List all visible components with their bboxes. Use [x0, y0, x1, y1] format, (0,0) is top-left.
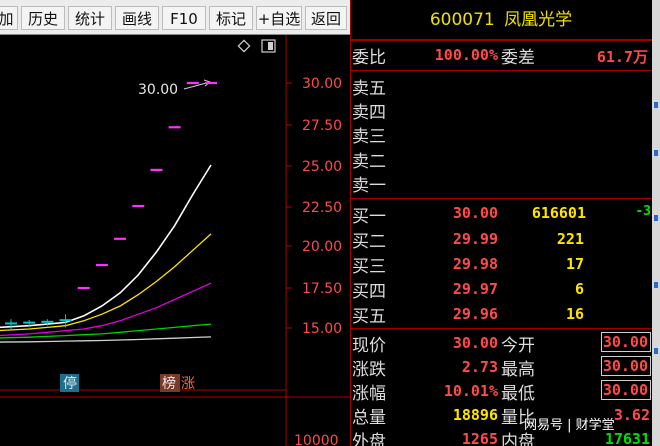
buy-level-price: 29.96	[452, 305, 498, 323]
stock-name: 凤凰光学	[504, 10, 573, 30]
stock-header: 600071 凤凰光学	[350, 0, 652, 40]
toolbar-button-mark[interactable]: 标记	[209, 6, 253, 30]
change-percent-value: 10.01%	[443, 382, 498, 400]
sell-level-label: 卖四	[352, 103, 386, 123]
buy-level-label: 买三	[352, 257, 386, 277]
buy-level-label: 买二	[352, 232, 386, 252]
current-price-value: 30.00	[452, 334, 498, 352]
suspend-badge-text: 停	[63, 375, 77, 392]
price-tick-label: 15.00	[302, 321, 342, 337]
open-price-value: 30.00	[601, 332, 651, 352]
plot-layer	[0, 81, 217, 343]
scroll-marker	[654, 102, 658, 108]
price-tick-marks	[286, 82, 292, 329]
outer-volume-value: 1265	[461, 430, 498, 446]
weicha-value: 61.7万	[596, 48, 648, 66]
peak-price-label: 30.00	[138, 82, 178, 98]
price-tick-label: 30.00	[302, 76, 342, 92]
volume-tick-label: 10000	[294, 433, 339, 446]
buy-level-price: 29.99	[452, 230, 498, 248]
sell-level-label: 卖二	[352, 152, 386, 172]
price-tick-label: 27.50	[302, 118, 342, 134]
kline-chart-canvas: 30.00 30.00 27.50 25.00 22.50 20.00 17.5…	[0, 35, 350, 446]
watermark: 网易号 | 财学堂	[524, 418, 615, 433]
price-tick-label: 17.50	[302, 281, 342, 297]
toolbar-button-history[interactable]: 历史	[21, 6, 65, 30]
toolbar-button-add-watchlist[interactable]: +自选	[256, 6, 302, 30]
buy-level-price: 29.98	[452, 255, 498, 273]
panel-divider	[350, 70, 652, 71]
window-toggle-icon[interactable]	[261, 39, 276, 53]
panel-border	[350, 0, 351, 446]
weibi-label: 委比	[352, 48, 386, 68]
scroll-marker	[654, 348, 658, 354]
low-price-value: 30.00	[601, 380, 651, 400]
change-label: 涨跌	[352, 360, 386, 380]
total-volume-label: 总量	[352, 408, 386, 428]
sell-level-label: 卖三	[352, 127, 386, 147]
chart-toolbar: 加 历史 统计 画线 F10 标记 +自选 返回	[0, 0, 350, 35]
high-price-value: 30.00	[601, 356, 651, 376]
moving-average-line	[0, 164, 212, 329]
side-scrollbar[interactable]	[652, 0, 660, 446]
scroll-marker	[654, 282, 658, 288]
moving-average-line	[0, 282, 212, 337]
stock-code: 600071	[429, 10, 495, 30]
toolbar-button-add[interactable]: 加	[0, 6, 18, 30]
sell-level-label: 卖五	[352, 79, 386, 99]
scroll-marker	[654, 215, 658, 221]
ranking-badge-text: 榜	[162, 375, 176, 392]
price-tick-label: 25.00	[302, 159, 342, 175]
panel-divider	[350, 40, 652, 41]
total-volume-value: 18896	[452, 406, 498, 424]
low-price-label: 最低	[501, 384, 535, 404]
price-tick-label: 22.50	[302, 200, 342, 216]
sell-level-label: 卖一	[352, 176, 386, 196]
peak-arrow-icon	[183, 79, 212, 90]
buy-level-volume: 221	[556, 230, 584, 248]
buy-level-price: 30.00	[452, 204, 498, 222]
moving-average-line	[0, 233, 212, 332]
buy-level-label: 买四	[352, 282, 386, 302]
candle-body	[41, 320, 54, 323]
buy-level-change: -3	[635, 204, 651, 219]
diamond-icon[interactable]	[237, 39, 251, 53]
buy-level-volume: 6	[574, 280, 584, 298]
buy-level-label: 买五	[352, 307, 386, 327]
open-price-label: 今开	[501, 336, 535, 356]
candle-body	[59, 319, 72, 322]
panel-divider	[350, 198, 652, 199]
kline-chart[interactable]: 30.00 30.00 27.50 25.00 22.50 20.00 17.5…	[0, 35, 350, 446]
buy-level-volume: 17	[565, 255, 584, 273]
toolbar-button-draw-line[interactable]: 画线	[115, 6, 159, 30]
current-price-label: 现价	[352, 336, 386, 356]
buy-level-volume: 616601	[531, 204, 586, 222]
weicha-label: 委差	[501, 48, 535, 68]
limit-up-badge-text: 涨	[181, 376, 195, 392]
toolbar-button-back[interactable]: 返回	[305, 6, 347, 30]
outer-volume-label: 外盘	[352, 432, 386, 446]
buy-level-price: 29.97	[452, 280, 498, 298]
candle-body	[5, 322, 17, 325]
weibi-value: 100.00%	[434, 46, 498, 64]
change-value: 2.73	[461, 358, 498, 376]
high-price-label: 最高	[501, 360, 535, 380]
panel-divider	[350, 328, 652, 329]
toolbar-button-f10[interactable]: F10	[162, 6, 206, 30]
price-tick-label: 20.00	[302, 239, 342, 255]
candle-body	[23, 321, 36, 324]
buy-level-volume: 16	[565, 305, 584, 323]
buy-level-label: 买一	[352, 207, 386, 227]
scroll-marker	[654, 150, 658, 156]
change-percent-label: 涨幅	[352, 384, 386, 404]
toolbar-button-statistics[interactable]: 统计	[68, 6, 112, 30]
